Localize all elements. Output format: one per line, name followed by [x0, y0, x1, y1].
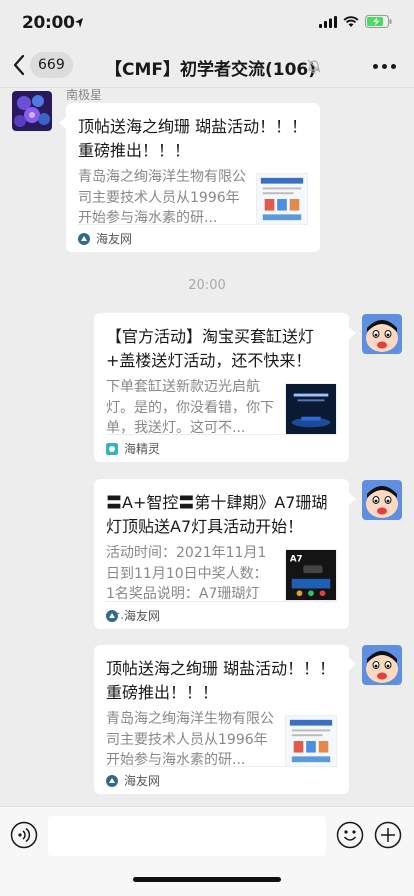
link-card-description: 下单套缸送新款迈光启航灯。是的，你没看错，你下单，我送灯。这可不... [106, 379, 274, 436]
sender-name: 南极星 [66, 88, 103, 102]
cartoon-avatar-icon [362, 314, 402, 354]
status-time: 20:00 [22, 13, 75, 33]
location-arrow-icon [75, 18, 83, 28]
link-card-source-name: 海友网 [96, 232, 133, 246]
source-logo-icon [106, 442, 118, 455]
link-card-thumbnail: A7 [285, 549, 337, 601]
bubble-tail [349, 493, 356, 505]
sender-avatar[interactable] [12, 91, 52, 131]
link-card-description: 青岛海之绚海洋生物有限公司主要技术人员从1996年开始参与海水素的研... [106, 711, 274, 768]
link-card-source: 海友网 [106, 766, 337, 794]
link-card-title: 【官方活动】淘宝买套缸送灯+盖楼送灯活动，还不快来！ [106, 327, 315, 370]
link-card-source-name: 海友网 [124, 609, 161, 623]
battery-charging-icon [365, 15, 392, 28]
header-divider [0, 87, 414, 88]
link-card-title: 〓A+智控〓第十肆期》A7珊瑚灯顶贴送A7灯具活动开始！ [106, 493, 328, 536]
more-dot-icon [373, 64, 378, 69]
my-avatar[interactable] [362, 480, 402, 520]
link-card-thumbnail [285, 383, 337, 435]
link-card-thumbnail [285, 715, 337, 767]
source-logo-icon [106, 774, 118, 787]
more-options-button[interactable] [373, 64, 396, 69]
cartoon-avatar-icon [362, 480, 402, 520]
source-logo-icon [106, 609, 118, 622]
my-avatar[interactable] [362, 645, 402, 685]
home-indicator [133, 877, 281, 882]
link-card-source: 海精灵 [106, 434, 337, 462]
cellular-signal-icon [319, 15, 337, 28]
voice-input-icon[interactable] [10, 821, 38, 849]
message-input-bar [0, 806, 414, 896]
emoji-icon[interactable] [336, 821, 364, 849]
wifi-icon [343, 15, 359, 27]
chat-title: 【CMF】初学者交流(106) [105, 60, 317, 80]
link-card-message[interactable]: 顶帖送海之绚珊 瑚盐活动！！！ 重磅推出！！！ 青岛海之绚海洋生物有限公司主要技… [94, 645, 349, 794]
link-card-message[interactable]: 〓A+智控〓第十肆期》A7珊瑚灯顶贴送A7灯具活动开始！ 活动时间：2021年1… [94, 479, 349, 629]
my-avatar[interactable] [362, 314, 402, 354]
chat-header: 669 【CMF】初学者交流(106) [0, 44, 414, 88]
source-logo-icon [78, 232, 90, 245]
bubble-tail [59, 117, 66, 129]
bubble-tail [349, 327, 356, 339]
status-bar: 20:00 [0, 0, 414, 44]
chat-timestamp: 20:00 [188, 278, 226, 293]
link-card-title: 顶帖送海之绚珊 瑚盐活动！！！ 重磅推出！！！ [106, 659, 336, 702]
link-card-message[interactable]: 【官方活动】淘宝买套缸送灯+盖楼送灯活动，还不快来！ 下单套缸送新款迈光启航灯。… [94, 313, 349, 462]
bubble-tail [349, 658, 356, 670]
more-dot-icon [391, 64, 396, 69]
thumb-label: A7 [290, 555, 303, 565]
back-button[interactable]: 669 [12, 52, 73, 78]
link-card-message[interactable]: 顶帖送海之绚珊 瑚盐活动！！！ 重磅推出！！！ 青岛海之绚海洋生物有限公司主要技… [66, 103, 320, 252]
coral-avatar-icon [12, 91, 52, 131]
link-card-source-name: 海精灵 [124, 442, 161, 456]
link-card-title: 顶帖送海之绚珊 瑚盐活动！！！ 重磅推出！！！ [78, 117, 308, 160]
message-text-field[interactable] [48, 816, 326, 856]
cartoon-avatar-icon [362, 645, 402, 685]
plus-icon[interactable] [374, 821, 402, 849]
more-dot-icon [382, 64, 387, 69]
link-card-thumbnail [256, 173, 308, 225]
unread-count-badge: 669 [30, 52, 73, 78]
link-card-description: 青岛海之绚海洋生物有限公司主要技术人员从1996年开始参与海水素的研... [78, 169, 246, 226]
link-card-source: 海友网 [78, 224, 308, 252]
mute-bell-icon [307, 59, 321, 74]
link-card-source-name: 海友网 [124, 774, 161, 788]
link-card-source: 海友网 [106, 601, 337, 629]
chevron-left-icon [13, 54, 25, 76]
